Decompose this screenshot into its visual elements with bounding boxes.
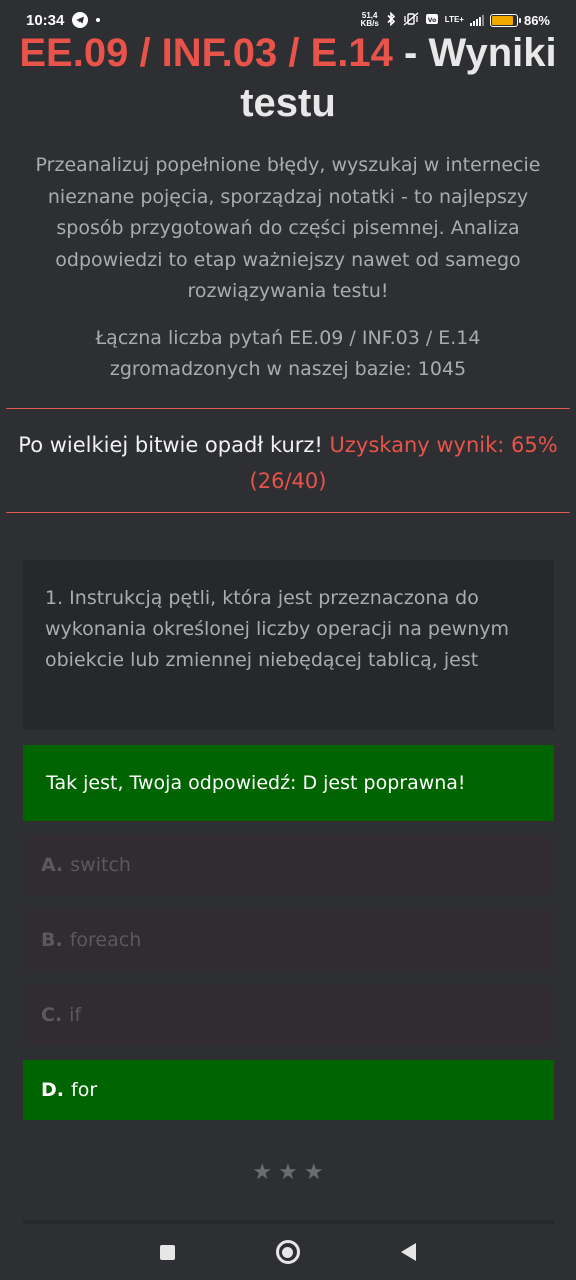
battery-percent: 86% (523, 12, 550, 28)
divider-top (6, 408, 570, 409)
answer-text: if (69, 1004, 82, 1026)
home-icon (282, 1246, 294, 1258)
answer-letter: A. (41, 854, 64, 876)
lte-label: LTE+ (444, 15, 464, 24)
telegram-icon (72, 12, 89, 28)
vibrate-icon (403, 11, 419, 29)
status-left: 10:34 (26, 11, 101, 29)
divider-bottom (6, 512, 570, 513)
answer-text: for (71, 1079, 98, 1101)
lte-indicator: LTE+ (445, 16, 464, 24)
answer-option-a[interactable]: A. switch (23, 835, 554, 895)
question-count-text: Łączna liczba pytań EE.09 / INF.03 / E.1… (95, 327, 481, 380)
answer-text: foreach (69, 929, 142, 951)
clock: 10:34 (26, 11, 65, 29)
section-separator: ★ ★ ★ (0, 1160, 576, 1185)
recent-apps-button[interactable] (160, 1244, 176, 1260)
answer-text: switch (70, 854, 131, 876)
answer-option-c[interactable]: C. if (23, 985, 554, 1045)
answer-letter: D. (41, 1079, 64, 1101)
answer-option-b[interactable]: B. foreach (23, 910, 554, 970)
bluetooth-icon (385, 11, 397, 29)
home-button[interactable] (275, 1240, 300, 1264)
notification-dot-icon (96, 18, 101, 22)
result-lead: Po wielkiej bitwie opadł kurz! (18, 433, 330, 457)
volte-icon: Vo (425, 12, 439, 29)
svg-text:Vo: Vo (428, 17, 436, 24)
answer-feedback: Tak jest, Twoja odpowiedź: D jest popraw… (23, 745, 554, 821)
answer-letter: B. (41, 929, 63, 951)
star-icon: ★ (303, 1160, 324, 1185)
star-icon: ★ (252, 1160, 273, 1185)
page-title: EE.09 / INF.03 / E.14 - Wyniki testu (0, 28, 576, 128)
answer-letter: C. (41, 1004, 63, 1026)
battery-fill (491, 15, 513, 25)
network-speed-unit: KB/s (360, 19, 379, 28)
question-card: 1. Instrukcją pętli, która jest przeznac… (23, 560, 554, 730)
status-right: 51,4 KB/s Vo LTE+ 86% (361, 11, 550, 29)
system-navigation-bar (0, 1224, 576, 1280)
answer-option-d[interactable]: D. for (23, 1060, 554, 1120)
signal-icon (469, 14, 484, 26)
battery-icon (489, 13, 521, 27)
intro-text: Przeanalizuj popełnione błędy, wyszukaj … (35, 154, 541, 302)
question-text: 1. Instrukcją pętli, która jest przeznac… (45, 587, 509, 671)
result-summary: Po wielkiej bitwie opadł kurz! Uzyskany … (10, 427, 566, 499)
star-icon: ★ (278, 1160, 298, 1185)
status-bar: 10:34 51,4 KB/s Vo LTE+ 86% (0, 0, 576, 40)
answer-feedback-text: Tak jest, Twoja odpowiedź: D jest popraw… (46, 772, 466, 794)
page: 10:34 51,4 KB/s Vo LTE+ 86% EE.09 / INF.… (0, 0, 576, 1280)
back-button[interactable] (400, 1243, 416, 1261)
network-speed: 51,4 KB/s (361, 12, 379, 28)
